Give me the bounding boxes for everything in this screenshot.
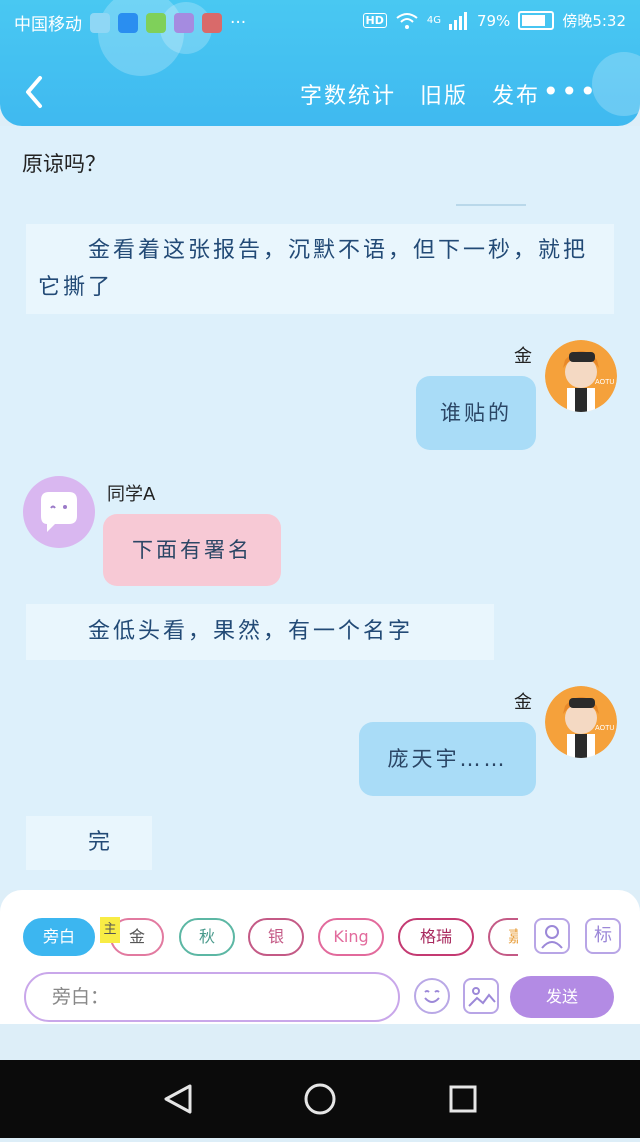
app-icon [146, 12, 166, 33]
battery-icon [518, 11, 555, 30]
clock: 傍晚5:32 [562, 12, 626, 30]
narration-block[interactable]: 完 [26, 816, 152, 870]
recents-nav-icon[interactable] [449, 1085, 477, 1113]
composer-panel: 旁白 金 主 秋 银 King 格瑞 嘉 标 旁白： 发送 [0, 890, 640, 1024]
character-select-button[interactable] [534, 918, 570, 954]
network-type: 4G [426, 15, 441, 26]
avatar-label: AOTU [595, 725, 614, 732]
emoji-button[interactable] [414, 978, 450, 1014]
app-icon [174, 12, 194, 33]
bottom-spacer [0, 1024, 640, 1060]
speaker-name: 金 [514, 692, 532, 713]
chat-area[interactable]: 原谅吗？ 金看着这张报告，沉默不语，但下一秒，就把它撕了 金 AOTU 谁贴的 … [0, 126, 640, 890]
home-nav-icon[interactable] [304, 1083, 336, 1115]
role-chip-gerui[interactable]: 格瑞 [398, 918, 474, 956]
signal-icon [448, 11, 467, 30]
speaker-name: 金 [514, 346, 532, 367]
role-chip-narrator[interactable]: 旁白 [23, 918, 95, 956]
avatar-label: AOTU [595, 379, 614, 386]
back-nav-icon[interactable] [164, 1084, 192, 1114]
system-nav-bar [0, 1060, 640, 1138]
smiley-icon [424, 990, 440, 1003]
send-button[interactable]: 发送 [510, 976, 614, 1018]
role-chip-yin[interactable]: 银 [248, 918, 304, 956]
message-bubble[interactable]: 庞天宇…… [359, 722, 536, 796]
previous-text: 原谅吗？ [22, 152, 106, 176]
role-chip-king[interactable]: King [318, 918, 384, 956]
avatar-jin[interactable]: AOTU [545, 686, 617, 758]
divider [456, 204, 526, 206]
role-chip-qiu[interactable]: 秋 [179, 918, 235, 956]
image-button[interactable] [463, 978, 499, 1014]
narration-block[interactable]: 金低头看，果然，有一个名字 [26, 604, 494, 660]
more-menu-button[interactable]: ••• [542, 78, 598, 106]
battery-percent: 79% [476, 11, 511, 30]
image-icon [468, 987, 496, 1007]
decor-bubble [592, 52, 640, 116]
chevron-left-icon [26, 76, 42, 108]
message-input[interactable]: 旁白： [24, 972, 400, 1022]
word-count-button[interactable]: 字数统计 [300, 78, 396, 110]
carrier-label: 中国移动 [14, 15, 82, 35]
avatar-jin[interactable]: AOTU [545, 340, 617, 412]
narration-block[interactable]: 金看着这张报告，沉默不语，但下一秒，就把它撕了 [26, 224, 614, 314]
chat-face-icon [41, 492, 77, 532]
more-notifications: ··· [230, 12, 247, 33]
back-button[interactable] [18, 72, 52, 112]
role-chip-more[interactable]: 嘉 [488, 918, 518, 956]
speaker-name: 同学A [107, 484, 156, 505]
header-actions: 字数统计 旧版 发布 [300, 78, 540, 110]
tag-button[interactable]: 标 [585, 918, 621, 954]
publish-button[interactable]: 发布 [492, 78, 540, 110]
old-version-button[interactable]: 旧版 [420, 78, 468, 110]
alipay-icon [118, 12, 138, 33]
hd-indicator: HD [362, 13, 387, 28]
person-icon [541, 925, 563, 949]
status-bar: 中国移动 ··· HD 4G 79% 傍晚5:32 [0, 0, 640, 44]
avatar-classmate[interactable] [23, 476, 95, 548]
message-bubble[interactable]: 谁贴的 [416, 376, 536, 450]
message-bubble[interactable]: 下面有署名 [103, 514, 281, 586]
main-character-tag: 主 [100, 917, 120, 943]
wifi-icon [396, 12, 418, 29]
huawei-icon [202, 12, 222, 33]
health-app-icon [90, 12, 110, 33]
